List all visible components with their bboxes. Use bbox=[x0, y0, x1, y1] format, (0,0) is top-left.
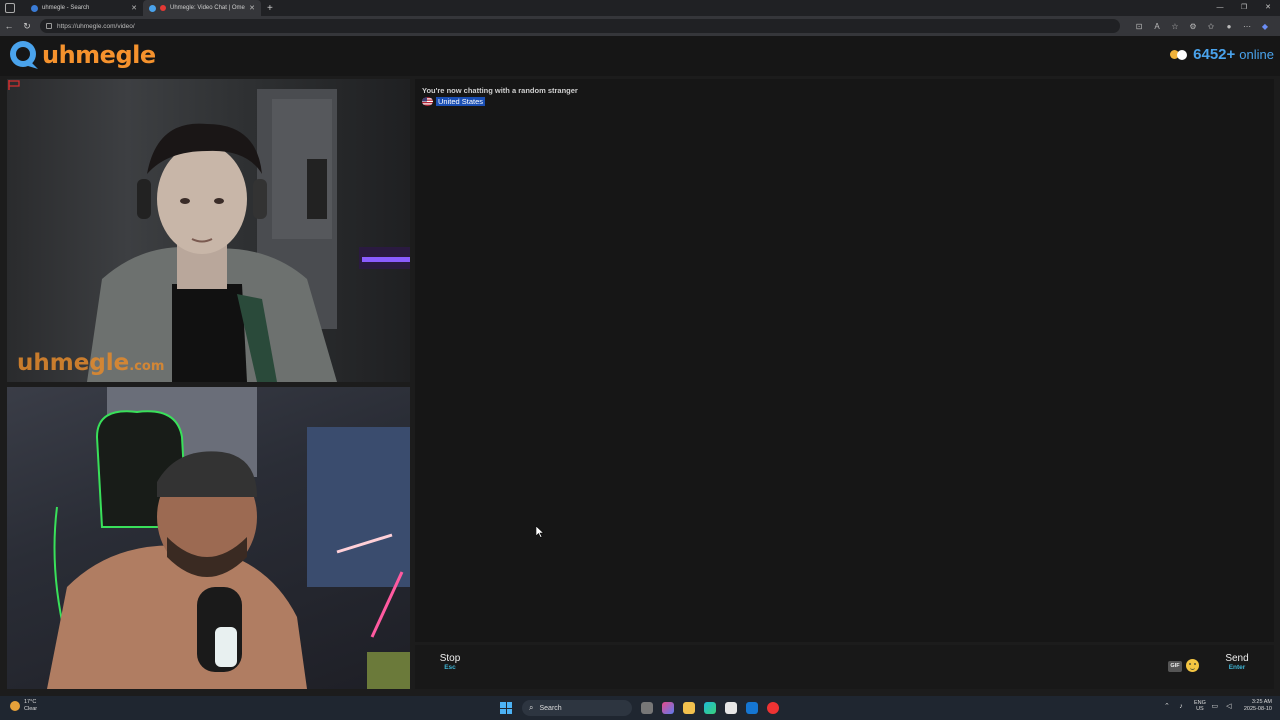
site-header: uhmegle 6452+ online bbox=[0, 36, 1280, 76]
restore-icon[interactable]: ❐ bbox=[1232, 0, 1256, 16]
store-icon[interactable] bbox=[725, 702, 737, 714]
chat-panel: You're now chatting with a random strang… bbox=[415, 79, 1274, 642]
site-logo[interactable]: uhmegle bbox=[8, 39, 156, 71]
read-aloud-icon[interactable]: A bbox=[1148, 22, 1166, 31]
tab-title: uhmegle - Search bbox=[42, 5, 90, 11]
new-tab-icon[interactable]: + bbox=[267, 3, 273, 14]
outlook-icon[interactable] bbox=[746, 702, 758, 714]
clock-date: 2025-08-10 bbox=[1243, 706, 1272, 712]
close-tab-icon[interactable]: ✕ bbox=[249, 4, 255, 12]
mouse-cursor-icon bbox=[536, 526, 544, 538]
url-text: https://uhmegle.com/video/ bbox=[57, 22, 135, 30]
tab-uhmegle[interactable]: Uhmegle: Video Chat | Ome ✕ bbox=[143, 0, 261, 16]
chat-controls: Stop Esc GIF Send Enter bbox=[415, 645, 1274, 689]
send-button[interactable]: Send Enter bbox=[1222, 653, 1252, 671]
tray-chevron-icon[interactable]: ⌃ bbox=[1162, 702, 1172, 710]
self-video-frame bbox=[47, 387, 410, 689]
online-dot-icon bbox=[1177, 49, 1188, 60]
uhmegle-watermark: uhmegle.com bbox=[17, 350, 165, 376]
stop-button[interactable]: Stop Esc bbox=[437, 653, 463, 671]
clock-time: 3:25 AM bbox=[1251, 699, 1272, 705]
logo-chat-bubble-icon bbox=[10, 41, 38, 69]
taskbar-search-label: Search bbox=[539, 704, 562, 712]
edge-icon[interactable] bbox=[704, 702, 716, 714]
address-bar: ← ↻ https://uhmegle.com/video/ ⊡ A ☆ ⚙ ✩… bbox=[0, 16, 1280, 36]
close-tab-icon[interactable]: ✕ bbox=[131, 4, 137, 12]
copilot-app-icon[interactable] bbox=[662, 702, 674, 714]
task-view-icon[interactable] bbox=[641, 702, 653, 714]
us-flag-icon bbox=[422, 97, 433, 106]
refresh-icon[interactable]: ↻ bbox=[18, 21, 36, 32]
favorites-icon[interactable]: ✩ bbox=[1202, 22, 1220, 31]
search-icon: ⌕ bbox=[529, 703, 534, 712]
browser-tab-strip: uhmegle - Search ✕ Uhmegle: Video Chat |… bbox=[0, 0, 1280, 16]
close-window-icon[interactable]: ✕ bbox=[1256, 0, 1280, 16]
tab-actions-icon[interactable] bbox=[5, 3, 15, 13]
weather-condition: Clear bbox=[24, 706, 38, 712]
stranger-country: United States bbox=[422, 97, 486, 106]
app-available-icon[interactable]: ⊡ bbox=[1130, 22, 1148, 31]
file-explorer-icon[interactable] bbox=[683, 702, 695, 714]
page: uhmegle 6452+ online uhmegle.com You're … bbox=[0, 36, 1280, 696]
message-input[interactable] bbox=[485, 649, 1165, 685]
language-indicator[interactable]: ENG US bbox=[1194, 700, 1206, 712]
send-label: Send bbox=[1225, 653, 1249, 664]
windows-start-icon[interactable] bbox=[500, 702, 512, 714]
search-favicon-icon bbox=[31, 4, 38, 12]
tab-search[interactable]: uhmegle - Search ✕ bbox=[25, 0, 143, 16]
taskbar-search[interactable]: ⌕ Search bbox=[522, 700, 632, 716]
recording-icon bbox=[160, 5, 166, 11]
stranger-video: uhmegle.com bbox=[7, 79, 410, 382]
favorite-star-icon[interactable]: ☆ bbox=[1166, 22, 1184, 31]
country-name: United States bbox=[436, 97, 486, 106]
volume-icon[interactable]: ◁ bbox=[1224, 702, 1234, 710]
back-icon[interactable]: ← bbox=[0, 21, 18, 31]
weather-icon bbox=[10, 701, 20, 711]
browser-toolbar: ⊡ A ☆ ⚙ ✩ ● ⋯ ◆ bbox=[1130, 22, 1274, 31]
tab-title: Uhmegle: Video Chat | Ome bbox=[170, 5, 245, 11]
window-controls: — ❐ ✕ bbox=[1208, 0, 1280, 16]
copilot-icon[interactable]: ◆ bbox=[1256, 22, 1274, 31]
stranger-video-frame bbox=[87, 89, 410, 382]
stop-shortcut: Esc bbox=[444, 664, 456, 671]
online-count: 6452+ bbox=[1193, 46, 1236, 63]
profile-avatar-icon[interactable]: ● bbox=[1220, 22, 1238, 31]
send-shortcut: Enter bbox=[1228, 664, 1246, 671]
extensions-icon[interactable]: ⚙ bbox=[1184, 22, 1202, 31]
minimize-icon[interactable]: — bbox=[1208, 0, 1232, 16]
url-field[interactable]: https://uhmegle.com/video/ bbox=[40, 19, 1120, 33]
windows-taskbar: 17°C Clear ⌕ Search ⌃ ♪ ENG US ▭ ◁ 3:25 … bbox=[0, 696, 1280, 720]
emoji-icon[interactable] bbox=[1186, 659, 1199, 672]
weather-temp: 17°C bbox=[24, 699, 37, 705]
self-video bbox=[7, 387, 410, 689]
site-info-icon[interactable] bbox=[46, 23, 52, 29]
weather-widget[interactable]: 17°C Clear bbox=[10, 699, 37, 713]
more-menu-icon[interactable]: ⋯ bbox=[1238, 22, 1256, 31]
gif-button[interactable]: GIF bbox=[1168, 661, 1182, 672]
recorder-icon[interactable] bbox=[767, 702, 779, 714]
uhmegle-favicon-icon bbox=[149, 4, 156, 12]
online-label: online bbox=[1239, 47, 1274, 62]
stop-label: Stop bbox=[439, 653, 461, 664]
network-icon[interactable]: ▭ bbox=[1210, 702, 1220, 710]
report-flag-icon[interactable] bbox=[7, 79, 21, 91]
system-message: You're now chatting with a random strang… bbox=[422, 86, 578, 95]
logo-text: uhmegle bbox=[42, 41, 156, 69]
system-tray: ⌃ ♪ ENG US ▭ ◁ 3:25 AM 2025-08-10 bbox=[1158, 699, 1272, 713]
online-counter: 6452+ online bbox=[1170, 46, 1274, 63]
clock[interactable]: 3:25 AM 2025-08-10 bbox=[1244, 699, 1272, 713]
microphone-icon[interactable]: ♪ bbox=[1176, 703, 1186, 710]
taskbar-apps: ⌕ Search bbox=[500, 698, 779, 718]
